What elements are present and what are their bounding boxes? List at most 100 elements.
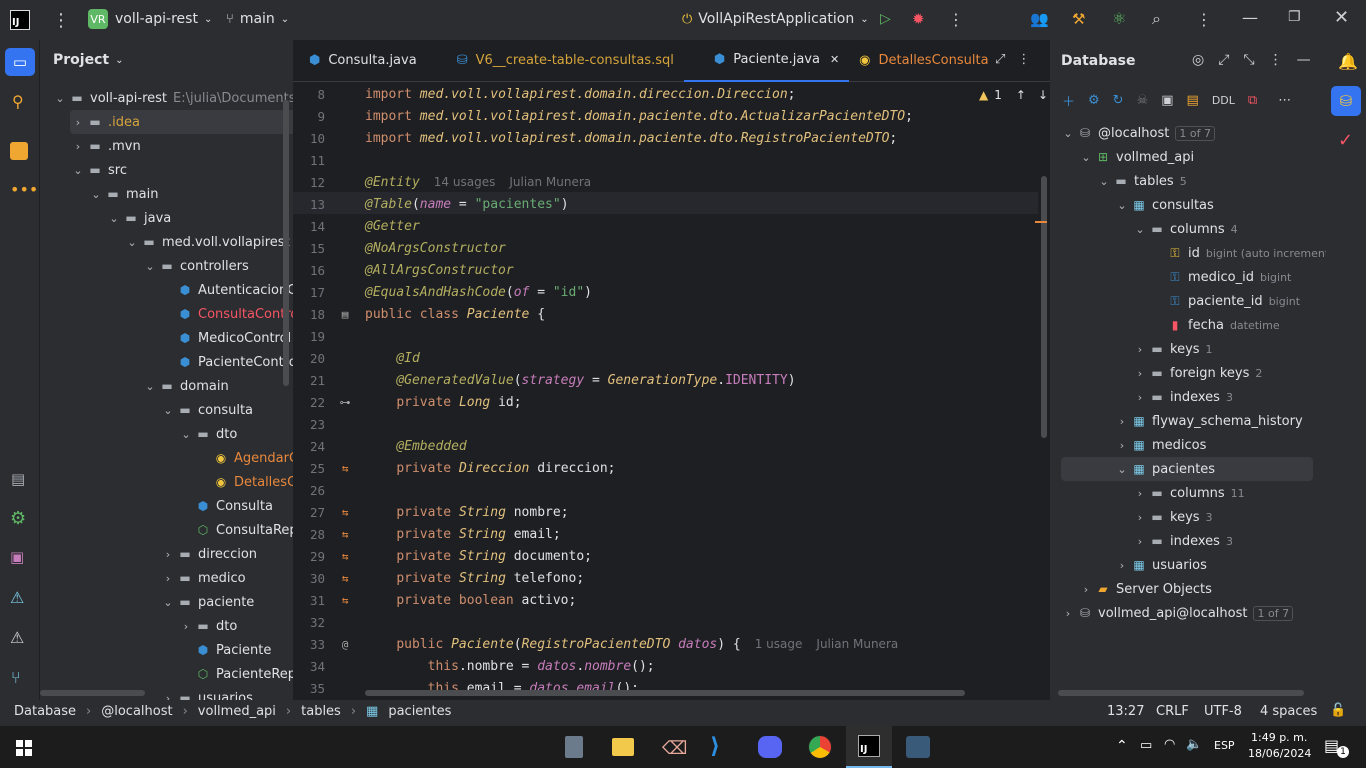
collapse-icon[interactable]: ⤡	[1243, 52, 1254, 68]
code-with-me-icon[interactable]: 👥	[1030, 10, 1049, 28]
refresh-icon[interactable]: ↻	[1113, 93, 1124, 108]
chevron-icon[interactable]: ⌄	[142, 380, 158, 393]
project-tree-item[interactable]: ⬡ ConsultaRep	[178, 518, 293, 542]
project-tree-item[interactable]: ⌄ ▬ java	[106, 206, 171, 230]
breadcrumb-item[interactable]: tables	[301, 704, 341, 719]
restore-button[interactable]: ❐	[1288, 9, 1301, 25]
editor-h-scrollbar[interactable]	[365, 690, 965, 696]
code-line[interactable]: 16 @AllArgsConstructor	[293, 259, 1050, 281]
build-tools-icon[interactable]: ⚒	[1072, 10, 1085, 28]
database-tree-item[interactable]: ⚿ medico_id bigint	[1150, 265, 1291, 289]
chevron-icon[interactable]: ⌄	[1096, 175, 1112, 188]
code-line[interactable]: 28 ⇆ private String email;	[293, 523, 1050, 545]
database-tree-item[interactable]: ⚿ paciente_id bigint	[1150, 289, 1300, 313]
project-tree-item[interactable]: ⌄ ▬ med.voll.vollapirest	[124, 230, 289, 254]
caret-position[interactable]: 13:27	[1107, 704, 1144, 719]
code-line[interactable]: 34 this.nombre = datos.nombre();	[293, 655, 1050, 677]
code-line[interactable]: 20 @Id	[293, 347, 1050, 369]
editor-tab[interactable]: ◉ DetallesConsulta	[849, 40, 998, 82]
chevron-icon[interactable]: ⌄	[1114, 199, 1130, 212]
lock-icon[interactable]: 🔓	[1330, 703, 1346, 718]
chevron-icon[interactable]: ›	[1132, 367, 1148, 380]
database-tree-item[interactable]: › ⛁ vollmed_api@localhost 1 of 7	[1060, 601, 1294, 625]
project-tree-item[interactable]: ⬢ ConsultaContro	[160, 302, 293, 326]
project-tree-item[interactable]: › ▬ dto	[178, 614, 238, 638]
notifications-icon[interactable]: 🔔	[1338, 52, 1358, 71]
chevron-icon[interactable]: ⌄	[1060, 127, 1076, 140]
database-tool-icon[interactable]: ▤	[11, 470, 25, 488]
database-tree-item[interactable]: › ▦ flyway_schema_history	[1114, 409, 1303, 433]
more-icon[interactable]: ⋯	[1278, 93, 1291, 108]
project-tree-item[interactable]: ⌄ ▬ controllers	[142, 254, 248, 278]
project-tree-item[interactable]: ◉ AgendarC	[196, 446, 293, 470]
branch-widget[interactable]: ⑂ main ⌄	[226, 11, 289, 27]
gutter-icon[interactable]: @	[325, 638, 365, 651]
gutter-icon[interactable]: ⊶	[325, 396, 365, 409]
services-tool-icon[interactable]: ⚙	[10, 508, 26, 529]
battery-icon[interactable]: ▭	[1140, 738, 1152, 753]
project-tree-item[interactable]: ⬢ Paciente	[178, 638, 272, 662]
code-line[interactable]: 8 import med.voll.vollapirest.domain.dire…	[293, 83, 1050, 105]
chevron-icon[interactable]: ⌄	[178, 428, 194, 441]
code-line[interactable]: 32	[293, 611, 1050, 633]
project-tree-item[interactable]: ⌄ ▬ dto	[178, 422, 237, 446]
code-line[interactable]: 14 @Getter	[293, 215, 1050, 237]
intellij-app-icon[interactable]: IJ	[846, 726, 892, 768]
code-line[interactable]: 29 ⇆ private String documento;	[293, 545, 1050, 567]
chevron-icon[interactable]: ⌄	[160, 404, 176, 417]
settings-menu-icon[interactable]: ⋮	[1196, 10, 1212, 29]
mysql-workbench-app-icon[interactable]	[906, 736, 930, 758]
code-line[interactable]: 17 @EqualsAndHashCode(of = "id")	[293, 281, 1050, 303]
project-scrollbar[interactable]	[283, 100, 289, 386]
project-tree-item[interactable]: ⬢ Consulta	[178, 494, 273, 518]
chevron-icon[interactable]: ›	[70, 140, 86, 153]
project-tree-item[interactable]: › ▬ .idea	[70, 110, 293, 134]
chrome-app-icon[interactable]	[808, 735, 832, 759]
chevron-icon[interactable]: ›	[1132, 535, 1148, 548]
search-bar[interactable]	[52, 736, 532, 760]
database-tree-item[interactable]: ⌄ ▬ columns 4	[1132, 217, 1237, 241]
chevron-icon[interactable]: ⌄	[1132, 223, 1148, 236]
code-line[interactable]: 15 @NoArgsConstructor	[293, 237, 1050, 259]
database-tree-item[interactable]: › ▬ indexes 3	[1132, 385, 1233, 409]
chevron-icon[interactable]: ›	[160, 572, 176, 585]
code-line[interactable]: 31 ⇆ private boolean activo;	[293, 589, 1050, 611]
commit-tool-icon[interactable]: ⚲	[12, 92, 24, 111]
code-line[interactable]: 33 @ public Paciente(RegistroPacienteDTO …	[293, 633, 1050, 655]
gutter-icon[interactable]: ⇆	[325, 528, 365, 541]
project-widget[interactable]: VR voll-api-rest ⌄	[88, 9, 212, 29]
code-line[interactable]: 24 @Embedded	[293, 435, 1050, 457]
ddl-button[interactable]: DDL	[1212, 94, 1235, 107]
chevron-icon[interactable]: ›	[1114, 415, 1130, 428]
code-line[interactable]: 12 @Entity 14 usages Julian Munera	[293, 171, 1050, 193]
editor-more-icon[interactable]: ⋮	[1017, 52, 1030, 67]
project-tree-item[interactable]: ⌄ ▬ consulta	[160, 398, 253, 422]
windows-start-icon[interactable]	[16, 740, 32, 756]
project-tree-item[interactable]: › ▬ .mvn	[70, 134, 141, 158]
chevron-icon[interactable]: ›	[1114, 439, 1130, 452]
chevron-icon[interactable]: ›	[1114, 559, 1130, 572]
indent-setting[interactable]: 4 spaces	[1260, 704, 1317, 719]
database-tree-item[interactable]: ⌄ ▦ pacientes	[1114, 457, 1215, 481]
database-tree-item[interactable]: › ▬ keys 3	[1132, 505, 1213, 529]
expand-icon[interactable]: ⤢	[995, 52, 1005, 67]
project-tree-item[interactable]: ⌄ ▬ domain	[142, 374, 228, 398]
git-tool-icon[interactable]: ⑂	[11, 668, 21, 687]
input-language[interactable]: ESP	[1214, 739, 1235, 752]
debug-icon[interactable]: ✹	[912, 10, 925, 28]
chevron-icon[interactable]: ⌄	[142, 260, 158, 273]
data-source-properties-icon[interactable]: ⚙	[1088, 93, 1100, 108]
discord-app-icon[interactable]	[758, 736, 782, 758]
chevron-icon[interactable]: ›	[70, 116, 86, 129]
disconnect-icon[interactable]: ☠	[1137, 93, 1149, 108]
more-actions-icon[interactable]: ⋮	[948, 10, 964, 29]
code-line[interactable]: 23	[293, 413, 1050, 435]
chevron-icon[interactable]: ⌄	[1078, 151, 1094, 164]
gutter-icon[interactable]: ⇆	[325, 572, 365, 585]
project-tree-item[interactable]: ⌄ ▬ src	[70, 158, 127, 182]
editor-tab[interactable]: ⬢ Consulta.java	[293, 40, 427, 82]
code-line[interactable]: 21 @GeneratedValue(strategy = Generation…	[293, 369, 1050, 391]
database-tree-item[interactable]: › ▦ usuarios	[1114, 553, 1207, 577]
tray-chevron-icon[interactable]: ⌃	[1116, 738, 1128, 754]
database-tree-item[interactable]: ⚿ id bigint (auto increment)	[1150, 241, 1326, 265]
